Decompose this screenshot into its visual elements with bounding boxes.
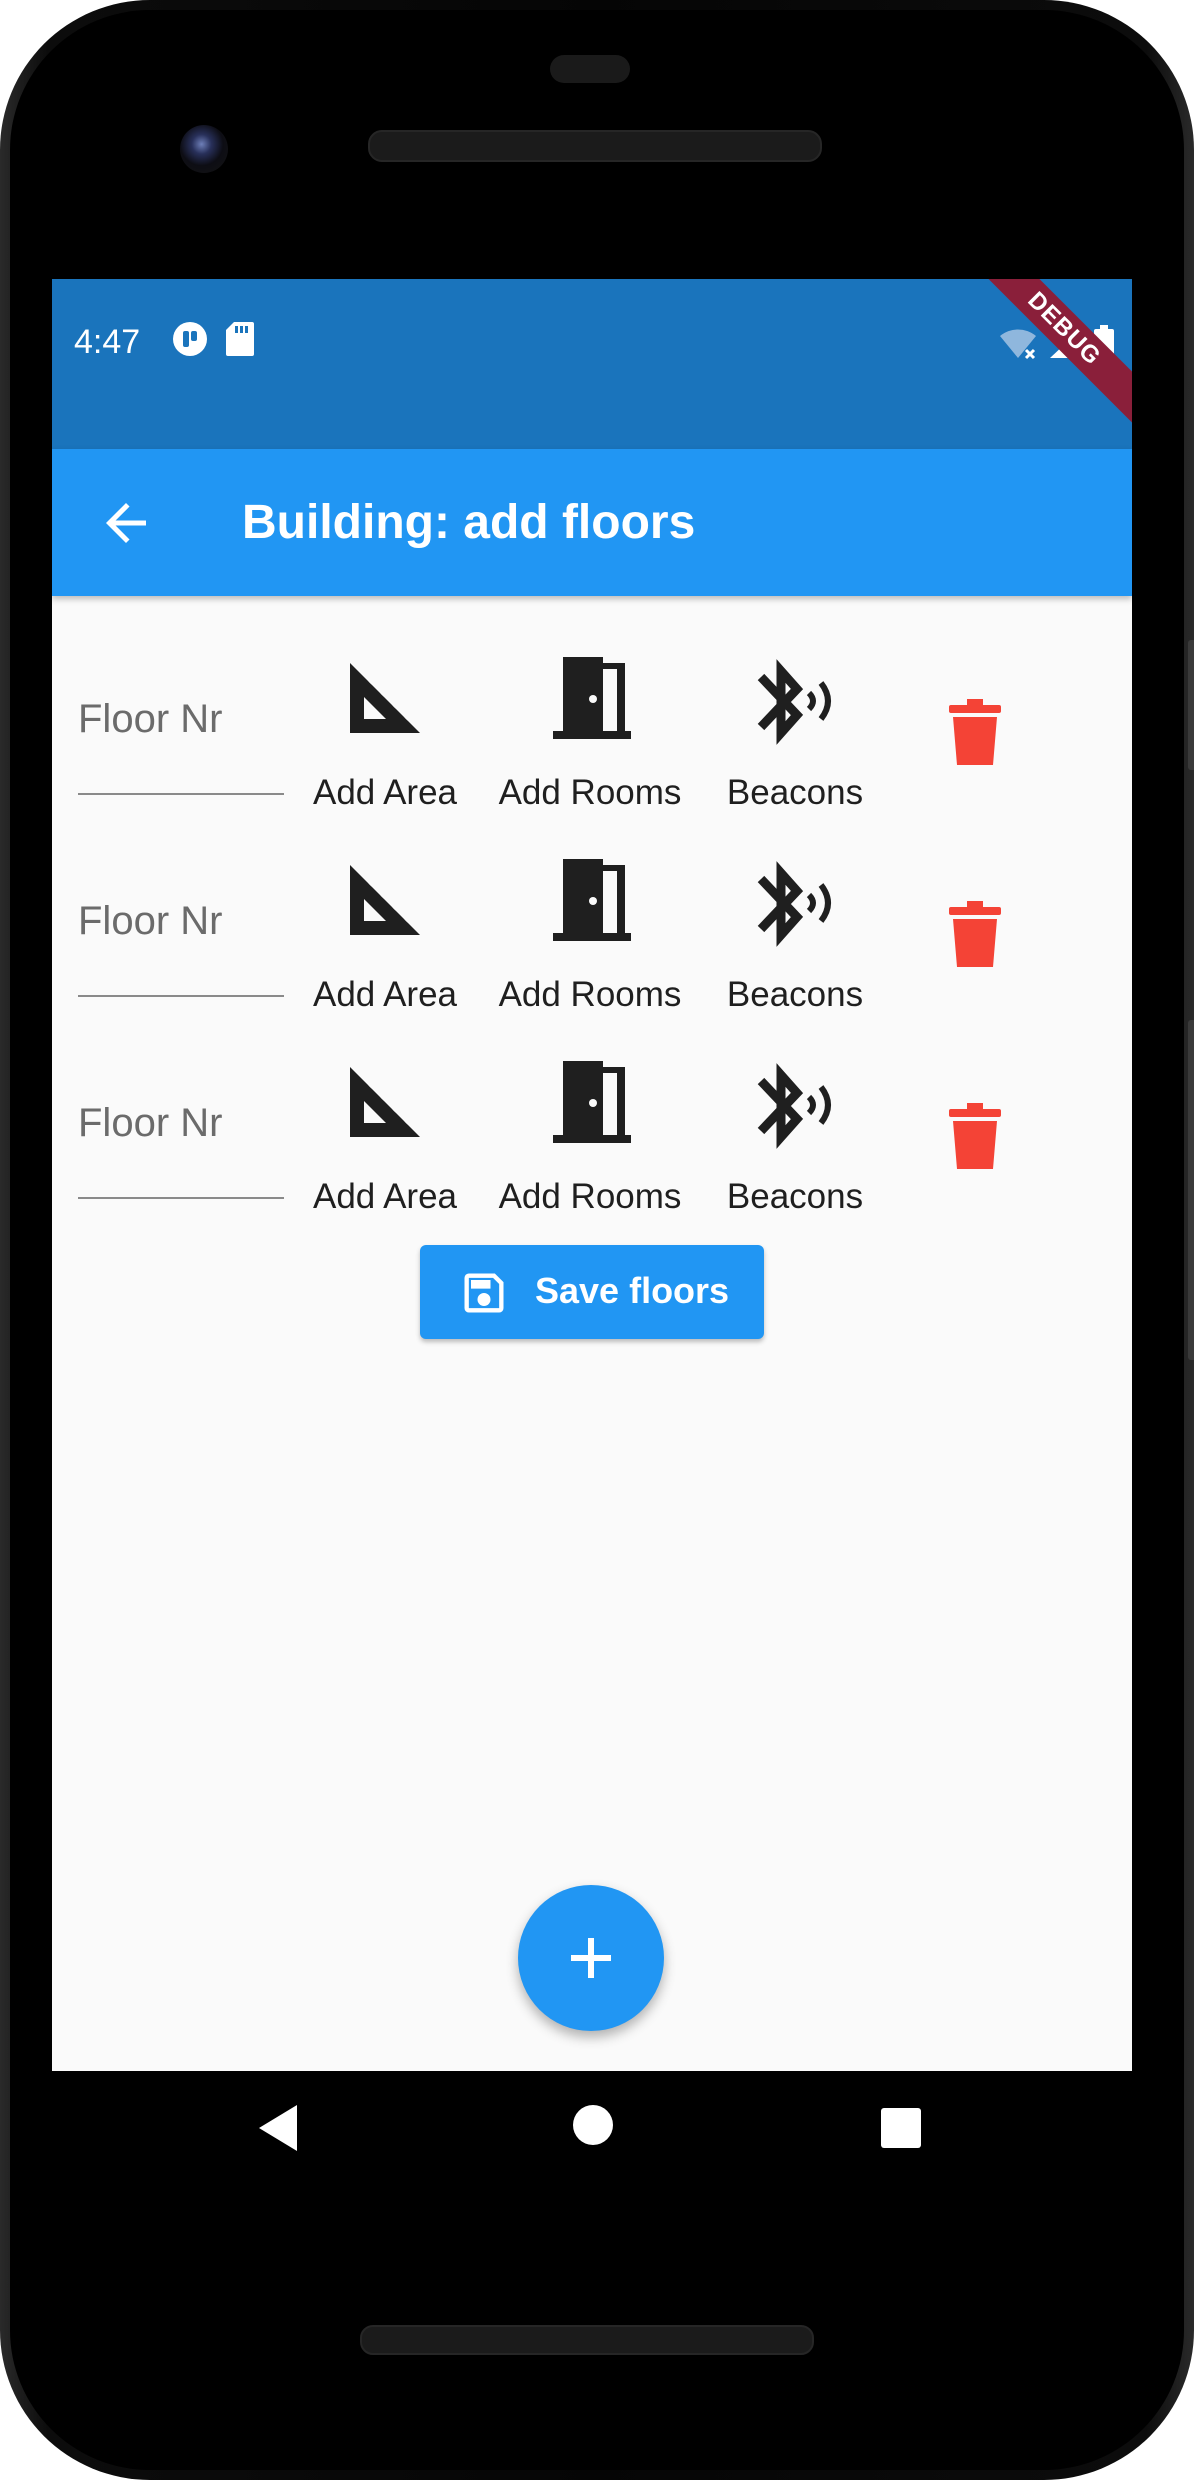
bluetooth-audio-icon bbox=[757, 659, 831, 745]
status-notification-icons bbox=[172, 321, 254, 357]
bluetooth-audio-icon bbox=[757, 1063, 831, 1149]
floor-number-field[interactable]: Floor Nr bbox=[78, 653, 284, 795]
beacons-button[interactable]: Beacons bbox=[695, 653, 895, 812]
nav-recent-apps-icon[interactable] bbox=[880, 2107, 922, 2149]
delete-floor-button[interactable] bbox=[945, 1101, 1005, 1171]
sd-card-icon bbox=[226, 322, 254, 356]
phone-speaker bbox=[360, 2325, 814, 2355]
beacons-label: Beacons bbox=[726, 1177, 864, 1216]
navigation-bar bbox=[52, 2071, 1132, 2201]
beacons-button[interactable]: Beacons bbox=[695, 855, 895, 1014]
phone-side-button bbox=[1188, 640, 1194, 770]
save-floors-button[interactable]: Save floors bbox=[420, 1245, 764, 1339]
add-rooms-label: Add Rooms bbox=[498, 773, 682, 812]
add-icon bbox=[571, 1938, 611, 1978]
wifi-off-icon bbox=[1000, 329, 1036, 360]
arrow-back-icon bbox=[106, 503, 146, 543]
status-bar: 4:47 DEBUG bbox=[52, 279, 1132, 449]
phone-volume-button bbox=[1188, 1020, 1194, 1360]
add-area-label: Add Area bbox=[313, 1177, 457, 1216]
phone-sensor bbox=[550, 55, 630, 83]
add-area-button[interactable]: Add Area bbox=[285, 855, 485, 1014]
floor-number-placeholder: Floor Nr bbox=[78, 899, 223, 943]
floor-number-field[interactable]: Floor Nr bbox=[78, 1057, 284, 1199]
floor-number-field[interactable]: Floor Nr bbox=[78, 855, 284, 997]
set-square-icon bbox=[350, 865, 420, 935]
add-floor-fab[interactable] bbox=[518, 1885, 664, 2031]
front-camera bbox=[180, 125, 228, 173]
page-title: Building: add floors bbox=[242, 496, 696, 549]
door-icon bbox=[553, 657, 631, 739]
add-rooms-button[interactable]: Add Rooms bbox=[490, 855, 690, 1014]
set-square-icon bbox=[350, 1067, 420, 1137]
add-area-button[interactable]: Add Area bbox=[285, 1057, 485, 1216]
delete-floor-button[interactable] bbox=[945, 899, 1005, 969]
trash-icon bbox=[949, 1103, 1001, 1169]
phone-frame: 4:47 DEBUG Building: add floors Floor Nr… bbox=[0, 0, 1194, 2480]
bluetooth-audio-icon bbox=[757, 861, 831, 947]
floor-number-placeholder: Floor Nr bbox=[78, 1101, 223, 1145]
back-button[interactable] bbox=[96, 493, 156, 553]
save-floors-label: Save floors bbox=[535, 1270, 730, 1311]
door-icon bbox=[553, 859, 631, 941]
add-rooms-button[interactable]: Add Rooms bbox=[490, 653, 690, 812]
nav-back-icon[interactable] bbox=[257, 2103, 301, 2153]
add-rooms-label: Add Rooms bbox=[498, 975, 682, 1014]
trash-icon bbox=[949, 901, 1001, 967]
add-area-label: Add Area bbox=[313, 975, 457, 1014]
floor-row: Floor Nr Add Area Add Rooms Beacons bbox=[52, 855, 1132, 1055]
notification-app-icon bbox=[173, 322, 207, 356]
floor-row: Floor Nr Add Area Add Rooms Beacons bbox=[52, 1057, 1132, 1257]
floor-number-placeholder: Floor Nr bbox=[78, 697, 223, 741]
beacons-label: Beacons bbox=[726, 975, 864, 1014]
nav-home-icon[interactable] bbox=[571, 2103, 615, 2147]
floor-row: Floor Nr Add Area Add Rooms Beacons bbox=[52, 653, 1132, 853]
add-rooms-button[interactable]: Add Rooms bbox=[490, 1057, 690, 1216]
trash-icon bbox=[949, 699, 1001, 765]
delete-floor-button[interactable] bbox=[945, 697, 1005, 767]
add-rooms-label: Add Rooms bbox=[498, 1177, 682, 1216]
beacons-label: Beacons bbox=[726, 773, 864, 812]
app-bar: Building: add floors bbox=[52, 449, 1132, 596]
status-time: 4:47 bbox=[74, 323, 141, 361]
app-screen: 4:47 DEBUG Building: add floors Floor Nr… bbox=[52, 279, 1132, 2071]
set-square-icon bbox=[350, 663, 420, 733]
add-area-label: Add Area bbox=[313, 773, 457, 812]
beacons-button[interactable]: Beacons bbox=[695, 1057, 895, 1216]
door-icon bbox=[553, 1061, 631, 1143]
save-icon bbox=[464, 1273, 504, 1313]
phone-earpiece bbox=[368, 130, 822, 162]
add-area-button[interactable]: Add Area bbox=[285, 653, 485, 812]
